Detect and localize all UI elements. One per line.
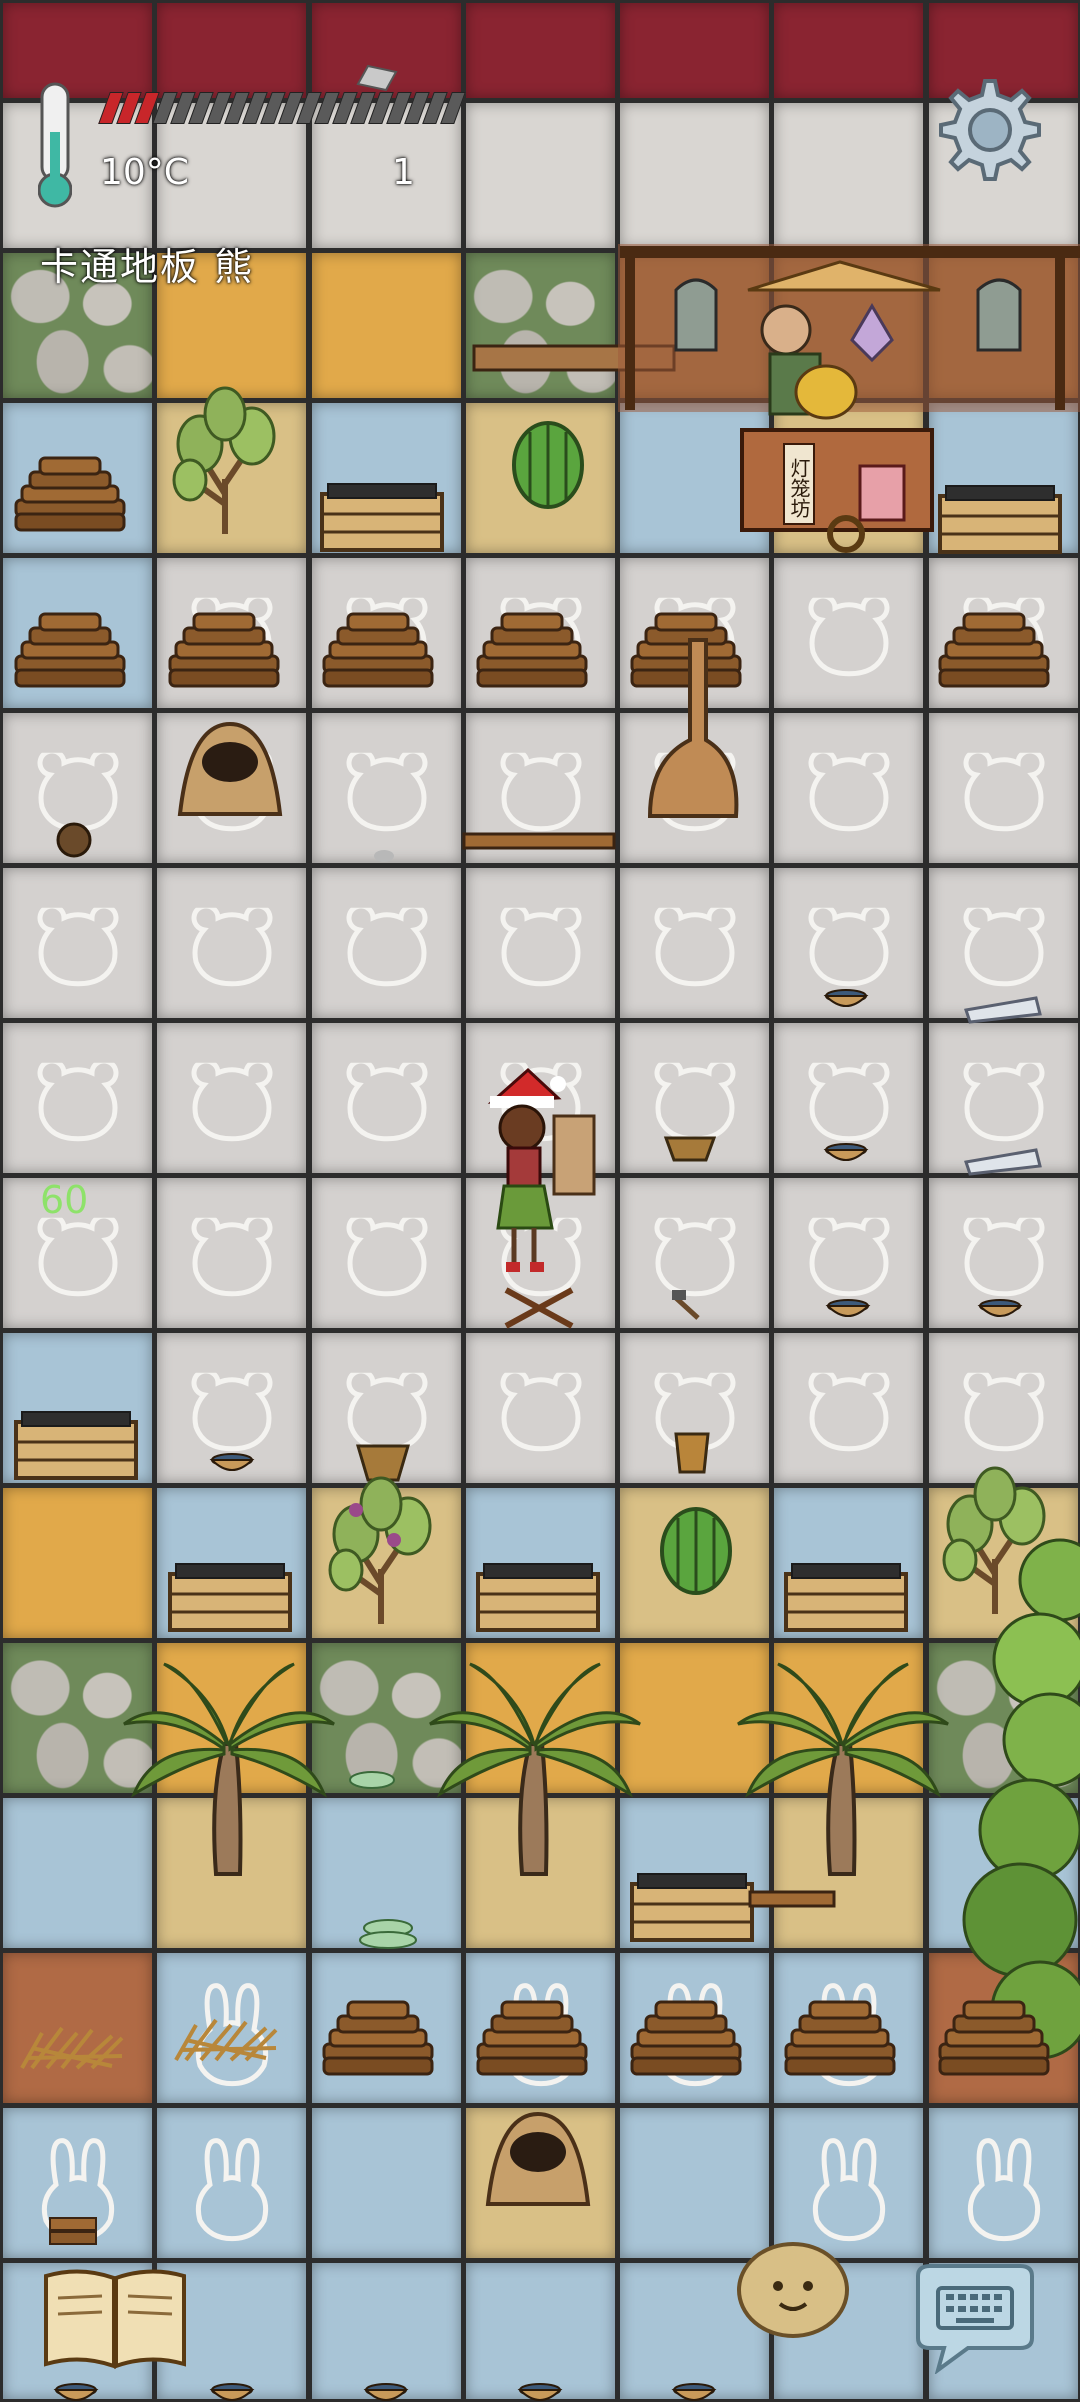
bush-cluster: [962, 1538, 1080, 2060]
thermometer-icon: [38, 82, 72, 208]
vendor-sign-text: 灯笼坊: [787, 458, 811, 518]
keyboard-icon[interactable]: [908, 2262, 1040, 2374]
gear-icon[interactable]: [930, 70, 1050, 190]
card-icon: [356, 64, 398, 92]
potato-face-icon[interactable]: [734, 2234, 852, 2340]
book-icon[interactable]: [40, 2262, 190, 2374]
hunger-bar: [98, 92, 466, 124]
temperature-readout: 10°C: [100, 152, 189, 193]
player-character: [487, 1067, 596, 1272]
fps-counter: 60: [40, 1178, 89, 1222]
hovered-tile-name: 卡通地板 熊: [40, 245, 255, 289]
held-count: 1: [392, 152, 415, 193]
world-items: 灯笼坊: [14, 244, 1080, 2401]
